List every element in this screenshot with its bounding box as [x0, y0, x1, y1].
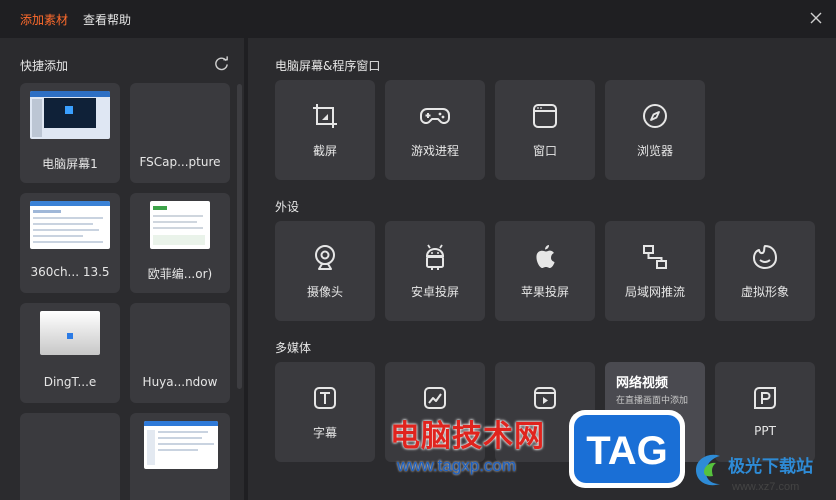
source-card-label: 360ch... 13.5 [30, 265, 110, 279]
network-icon [643, 245, 667, 269]
ppt-icon [754, 387, 776, 409]
source-card-fscapture[interactable]: FSCap...pture [130, 83, 230, 183]
site-logo-url: www.xz7.com [731, 481, 799, 493]
avatar-icon [753, 245, 777, 269]
web-video-title: 网络视频 [616, 376, 669, 391]
compass-icon [643, 104, 667, 128]
section-title-devices: 外设 [275, 200, 300, 214]
web-video-description: 在直播画面中添加 [616, 396, 689, 406]
source-card-7[interactable] [20, 413, 120, 500]
tile-webcam[interactable]: 摄像头 [275, 221, 375, 321]
scrollbar[interactable] [237, 84, 242, 389]
source-card-dingtalk[interactable]: DingT...e [20, 303, 120, 403]
tile-label: 字幕 [312, 426, 337, 440]
site-logo-icon: 极光下载站 www.xz7.com [696, 454, 813, 493]
tile-label: PPT [754, 424, 776, 438]
tab-add-material[interactable]: 添加素材 [20, 11, 68, 28]
source-card-label: 欧菲编...or) [147, 267, 213, 281]
tile-label: 局域网推流 [624, 285, 685, 299]
tile-label: 截屏 [312, 144, 337, 158]
tile-label: 窗口 [532, 144, 557, 158]
section-title-media: 多媒体 [275, 341, 312, 355]
thumbnail [144, 421, 218, 469]
tile-browser[interactable]: 浏览器 [605, 80, 705, 180]
tile-label: 浏览器 [636, 144, 673, 158]
section-title-screen: 电脑屏幕&程序窗口 [275, 59, 381, 73]
source-card-label: Huya...ndow [142, 375, 218, 389]
thumbnail [40, 311, 100, 355]
refresh-icon[interactable] [213, 55, 230, 72]
tab-help[interactable]: 查看帮助 [83, 11, 131, 28]
thumbnail [30, 91, 110, 139]
thumbnail [30, 201, 110, 249]
tile-game-process[interactable]: 游戏进程 [385, 80, 485, 180]
gamepad-icon [420, 108, 450, 124]
tile-label: 安卓投屏 [410, 285, 459, 299]
tag-logo-text: TAG [586, 429, 667, 473]
site-logo-name: 极光下载站 [728, 456, 813, 476]
text-icon [314, 387, 336, 409]
source-card-label: 电脑屏幕1 [42, 157, 98, 171]
video-icon [534, 387, 556, 409]
watermark-url: www.tagxp.com [397, 456, 517, 475]
apple-icon [536, 245, 555, 268]
quick-add-title: 快捷添加 [20, 59, 69, 73]
title-bar: 添加素材 查看帮助 [0, 0, 836, 38]
close-icon[interactable] [806, 8, 826, 28]
webcam-icon [315, 245, 335, 270]
source-card-editor[interactable]: 欧菲编...or) [130, 193, 230, 293]
tile-apple-cast[interactable]: 苹果投屏 [495, 221, 595, 321]
source-card-360chrome[interactable]: 360ch... 13.5 [20, 193, 120, 293]
tile-lan-stream[interactable]: 局域网推流 [605, 221, 705, 321]
quick-add-panel: 快捷添加 电脑屏幕1 FSCap...pture 360ch... 13.5 欧… [0, 38, 248, 500]
tile-virtual-avatar[interactable]: 虚拟形象 [715, 221, 815, 321]
source-card-label: DingT...e [43, 375, 97, 389]
source-card-huya[interactable]: Huya...ndow [130, 303, 230, 403]
tile-subtitle[interactable]: 字幕 [275, 362, 375, 462]
tile-label: 苹果投屏 [520, 285, 569, 299]
watermark-site-name: 电脑技术网 [390, 420, 545, 453]
tile-label: 游戏进程 [410, 144, 459, 158]
thumbnail [150, 201, 210, 249]
tile-android-cast[interactable]: 安卓投屏 [385, 221, 485, 321]
crop-icon [313, 104, 337, 128]
tile-label: 虚拟形象 [740, 285, 789, 299]
image-icon [424, 387, 446, 409]
source-card-screen1[interactable]: 电脑屏幕1 [20, 83, 120, 183]
window-icon [533, 104, 557, 128]
tag-logo-icon: TAG [569, 410, 685, 488]
android-icon [425, 244, 445, 270]
tile-label: 摄像头 [306, 285, 343, 299]
tile-screenshot[interactable]: 截屏 [275, 80, 375, 180]
tile-window[interactable]: 窗口 [495, 80, 595, 180]
source-card-8[interactable] [130, 413, 230, 500]
source-card-label: FSCap...pture [139, 155, 221, 169]
